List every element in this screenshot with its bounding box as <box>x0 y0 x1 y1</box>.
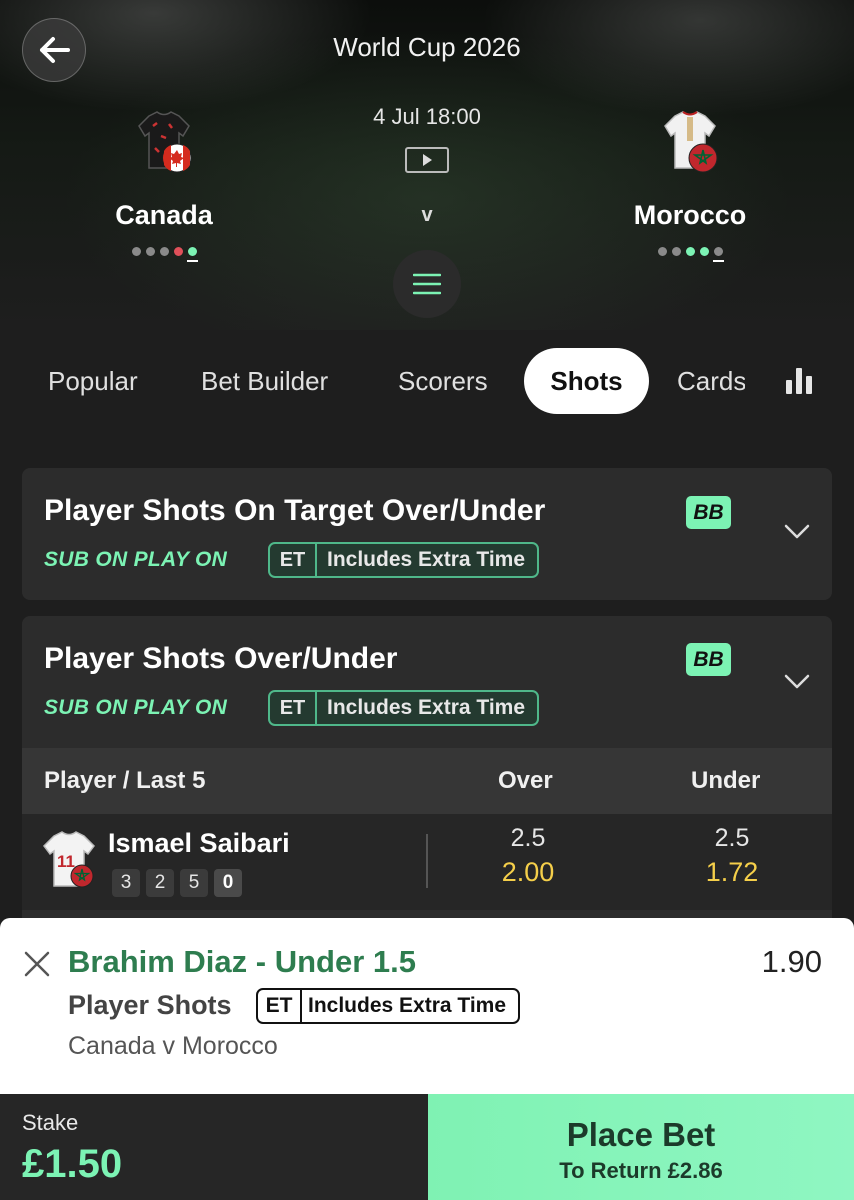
et-label: ET <box>270 544 317 576</box>
away-team-name: Morocco <box>633 200 747 230</box>
et-label: ET <box>270 692 317 724</box>
column-header-player: Player / Last 5 <box>44 767 206 794</box>
et-description: Includes Extra Time <box>308 994 507 1017</box>
close-icon[interactable] <box>24 951 50 977</box>
form-dot <box>173 247 183 256</box>
over-odds-button[interactable]: 2.5 2.00 <box>448 824 608 888</box>
form-dot <box>657 247 667 256</box>
stats-icon[interactable] <box>786 366 814 394</box>
last5-value: 0 <box>214 869 242 897</box>
home-team[interactable]: Canada <box>64 108 264 262</box>
table-row: 11 Ismael Saibari 3 2 5 0 2.5 2.00 2.5 1… <box>22 814 832 910</box>
et-description: Includes Extra Time <box>327 696 526 719</box>
extra-time-pill: ET Includes Extra Time <box>268 542 540 578</box>
tab-cards[interactable]: Cards <box>677 348 745 414</box>
under-odds-button[interactable]: 2.5 1.72 <box>652 824 812 888</box>
tab-scorers[interactable]: Scorers <box>398 348 488 414</box>
form-dot <box>145 247 155 256</box>
tab-bet-builder[interactable]: Bet Builder <box>201 348 328 414</box>
home-form-dots <box>64 247 264 262</box>
form-dot <box>712 247 724 262</box>
canada-shirt-icon <box>131 108 197 174</box>
table-header: Player / Last 5 Over Under <box>22 748 832 814</box>
market-card: Player Shots Over/Under BB SUB ON PLAY O… <box>22 616 832 918</box>
form-dot <box>159 247 169 256</box>
last5-value: 3 <box>112 869 140 897</box>
to-return-label: To Return £2.86 <box>559 1158 723 1183</box>
market-title: Player Shots On Target Over/Under <box>44 494 546 527</box>
tab-popular[interactable]: Popular <box>48 348 138 414</box>
match-header: World Cup 2026 4 Jul 18:00 v Canada Moro… <box>0 0 854 330</box>
over-line: 2.5 <box>510 824 546 852</box>
last5-value: 2 <box>146 869 174 897</box>
morocco-shirt-icon <box>657 108 723 174</box>
last-five-results: 3 2 5 0 <box>112 869 242 897</box>
svg-text:11: 11 <box>57 852 75 871</box>
et-label: ET <box>258 990 302 1022</box>
market-tabs: Popular Bet Builder Scorers Shots Cards <box>0 348 854 414</box>
hamburger-icon <box>413 273 441 295</box>
menu-button[interactable] <box>393 250 461 318</box>
over-price: 2.00 <box>501 857 555 887</box>
sub-on-play-on-label: SUB ON PLAY ON <box>44 696 228 719</box>
stake-label: Stake <box>22 1110 79 1135</box>
extra-time-pill: ET Includes Extra Time <box>256 988 521 1024</box>
under-price: 1.72 <box>705 857 759 887</box>
chevron-down-icon[interactable] <box>784 524 810 540</box>
form-dot <box>671 247 681 256</box>
bet-builder-badge: BB <box>686 643 731 676</box>
place-bet-label: Place Bet <box>566 1116 716 1153</box>
competition-title: World Cup 2026 <box>333 32 521 62</box>
betslip-panel: Brahim Diaz - Under 1.5 1.90 Player Shot… <box>0 918 854 1094</box>
column-header-under: Under <box>691 767 761 794</box>
selection-market: Player Shots <box>68 990 232 1020</box>
stake-input[interactable]: £1.50 <box>22 1142 122 1187</box>
bet-builder-badge: BB <box>686 496 731 529</box>
selection-odds: 1.90 <box>761 944 822 979</box>
row-divider <box>426 834 428 888</box>
betslip-footer: Stake £1.50 Place Bet To Return £2.86 <box>0 1094 854 1200</box>
market-card[interactable]: Player Shots On Target Over/Under BB SUB… <box>22 468 832 600</box>
play-video-icon[interactable] <box>405 147 449 173</box>
column-header-over: Over <box>498 767 553 794</box>
form-dot <box>131 247 141 256</box>
selection-title: Brahim Diaz - Under 1.5 <box>68 944 416 979</box>
chevron-down-icon[interactable] <box>784 674 810 690</box>
match-page: World Cup 2026 4 Jul 18:00 v Canada Moro… <box>0 0 854 1200</box>
market-title[interactable]: Player Shots Over/Under <box>44 642 397 676</box>
form-dot <box>186 247 198 262</box>
sub-on-play-on-label: SUB ON PLAY ON <box>44 548 228 571</box>
under-line: 2.5 <box>714 824 750 852</box>
place-bet-button[interactable]: Place Bet To Return £2.86 <box>428 1094 854 1200</box>
extra-time-pill: ET Includes Extra Time <box>268 690 540 726</box>
form-dot <box>685 247 695 256</box>
away-team[interactable]: Morocco <box>590 108 790 262</box>
last5-value: 5 <box>180 869 208 897</box>
selection-match: Canada v Morocco <box>68 1032 278 1060</box>
form-dot <box>699 247 709 256</box>
away-form-dots <box>590 247 790 262</box>
tab-shots[interactable]: Shots <box>524 348 649 414</box>
player-shirt-icon: 11 <box>40 830 98 892</box>
et-description: Includes Extra Time <box>327 548 526 571</box>
home-team-name: Canada <box>115 200 213 230</box>
player-name: Ismael Saibari <box>108 828 290 858</box>
